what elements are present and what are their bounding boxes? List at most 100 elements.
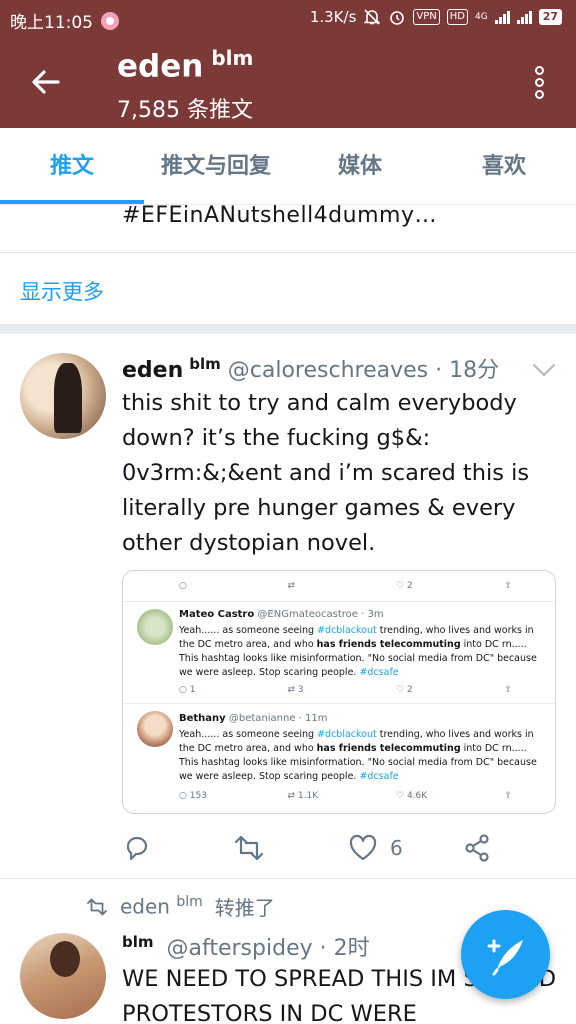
media-divider bbox=[123, 601, 555, 602]
media-count: 4.6K bbox=[406, 791, 428, 801]
tab-tweets-replies[interactable]: 推文与回复 bbox=[144, 128, 288, 204]
tweet-media-image[interactable]: ○ ⇄ ♡ 2 ⇧ Mateo Castro @ENGmateocastroe … bbox=[122, 570, 556, 814]
media-retweet-count: ⇄ 1.1K bbox=[287, 791, 319, 801]
status-time: 晚上11:05 bbox=[10, 13, 93, 33]
media-share-icon: ⇧ bbox=[504, 791, 513, 801]
media-reply2-name: Bethany bbox=[179, 713, 226, 724]
tweet-count: 7,585 条推文 bbox=[117, 98, 253, 123]
tweet-handle[interactable]: @afterspidey bbox=[167, 936, 313, 961]
divider bbox=[0, 878, 576, 879]
media-count: 153 bbox=[189, 791, 207, 801]
tweet-separator: · bbox=[435, 358, 443, 383]
media-reply2-time: · 11m bbox=[298, 713, 328, 724]
media-avatar bbox=[137, 711, 173, 747]
retweet-icon bbox=[234, 835, 264, 861]
media-top-actions: ○ ⇄ ♡ 2 ⇧ bbox=[123, 581, 555, 591]
retweet-context: eden blm 转推了 bbox=[86, 892, 275, 921]
media-reply-icon: ○ bbox=[179, 581, 187, 591]
compose-icon bbox=[487, 939, 523, 976]
tweet-header: blm @afterspidey · 2时 bbox=[122, 930, 370, 962]
media-like-count: ♡ 2 bbox=[396, 685, 413, 695]
tweet-time: 2时 bbox=[333, 936, 370, 961]
media-reply-count: ○ 1 bbox=[179, 685, 196, 695]
more-vertical-icon bbox=[532, 66, 546, 99]
media-count: 2 bbox=[406, 685, 413, 695]
reply-icon bbox=[126, 836, 148, 861]
mute-bell-icon bbox=[363, 9, 381, 25]
media-reply1-handle: @ENGmateocastroe bbox=[257, 609, 358, 620]
media-bold-text: has friends telecommuting bbox=[316, 743, 461, 754]
retweet-button[interactable] bbox=[232, 828, 266, 868]
media-hashtag: #dcsafe bbox=[359, 771, 399, 782]
media-hashtag: #dcsafe bbox=[359, 667, 399, 678]
tweet-author-prefix: blm bbox=[122, 932, 154, 951]
share-button[interactable] bbox=[462, 828, 492, 868]
share-icon bbox=[465, 834, 489, 862]
media-reply2-handle: @betanianne bbox=[228, 713, 296, 724]
tweet-author-name[interactable]: eden blm bbox=[122, 354, 221, 383]
status-bar: 晚上11:05 1.3K/s VPN HD 4G 27 bbox=[0, 0, 576, 38]
media-count: 3 bbox=[297, 685, 304, 695]
previous-tweet-text: #EFEinANutshell4dummy… bbox=[122, 203, 437, 228]
chevron-down-icon[interactable] bbox=[532, 353, 556, 377]
status-left: 晚上11:05 bbox=[10, 8, 119, 33]
tweet-actions: 6 bbox=[122, 828, 502, 868]
tweet-header: eden blm @caloreschreaves · 18分 bbox=[122, 352, 499, 384]
author-name-text: eden bbox=[122, 358, 184, 383]
tweet-handle: @caloreschreaves bbox=[227, 358, 429, 383]
media-text: Yeah...... as someone seeing bbox=[179, 625, 318, 636]
media-reply1-name: Mateo Castro bbox=[179, 609, 255, 620]
media-reply1-text: Yeah...... as someone seeing #dcblackout… bbox=[179, 624, 547, 680]
profile-tabs: 推文 推文与回复 媒体 喜欢 bbox=[0, 128, 576, 205]
media-share-icon: ⇧ bbox=[504, 581, 513, 591]
like-icon bbox=[349, 834, 377, 861]
compose-tweet-button[interactable] bbox=[461, 910, 550, 999]
media-reply2-actions: ○ 153 ⇄ 1.1K ♡ 4.6K ⇧ bbox=[123, 791, 555, 801]
profile-header: eden blm 7,585 条推文 bbox=[0, 38, 576, 128]
battery-icon: 27 bbox=[538, 9, 562, 25]
media-reply1-actions: ○ 1 ⇄ 3 ♡ 2 ⇧ bbox=[123, 685, 555, 695]
media-text: Yeah...... as someone seeing bbox=[179, 729, 318, 740]
back-arrow-icon bbox=[32, 70, 60, 94]
profile-name: eden blm bbox=[117, 46, 253, 84]
section-gap bbox=[0, 324, 576, 334]
like-button[interactable]: 6 bbox=[348, 828, 403, 868]
status-right: 1.3K/s VPN HD 4G 27 bbox=[310, 8, 562, 26]
retweeter-name: eden bbox=[120, 894, 170, 919]
signal-icon-2 bbox=[516, 10, 532, 24]
media-count: 1.1K bbox=[297, 791, 319, 801]
author-name-suffix: blm bbox=[189, 354, 221, 373]
hd-badge: HD bbox=[446, 9, 468, 25]
show-more-link[interactable]: 显示更多 bbox=[20, 276, 104, 306]
profile-name-text: eden bbox=[117, 48, 204, 85]
retweet-action-label: 转推了 bbox=[214, 896, 275, 920]
retweeter-suffix: blm bbox=[176, 894, 203, 911]
network-type: 4G bbox=[474, 11, 488, 22]
media-reply1-header: Mateo Castro @ENGmateocastroe · 3m bbox=[179, 609, 384, 620]
media-like-count: ♡ 4.6K bbox=[396, 791, 428, 801]
avatar[interactable] bbox=[20, 353, 106, 439]
tab-media[interactable]: 媒体 bbox=[288, 128, 432, 204]
media-retweet-icon: ⇄ bbox=[287, 581, 296, 591]
media-like-count-value: 2 bbox=[406, 581, 413, 591]
more-options-button[interactable] bbox=[532, 66, 546, 102]
tweet-separator: · bbox=[319, 936, 327, 961]
retweet-small-icon bbox=[87, 898, 107, 915]
media-retweet-count: ⇄ 3 bbox=[287, 685, 304, 695]
back-button[interactable] bbox=[28, 64, 64, 100]
alarm-icon bbox=[390, 11, 405, 25]
media-reply2-header: Bethany @betanianne · 11m bbox=[179, 713, 328, 724]
like-count: 6 bbox=[390, 836, 403, 860]
tab-tweets[interactable]: 推文 bbox=[0, 128, 144, 204]
tab-likes[interactable]: 喜欢 bbox=[432, 128, 576, 204]
vpn-badge: VPN bbox=[413, 9, 440, 25]
reply-button[interactable] bbox=[122, 828, 152, 868]
media-count: 1 bbox=[189, 685, 196, 695]
media-divider bbox=[123, 703, 555, 704]
media-reply1-time: · 3m bbox=[361, 609, 384, 620]
tweet-time: 18分 bbox=[449, 358, 500, 383]
media-bold-text: has friends telecommuting bbox=[316, 639, 461, 650]
retweeter[interactable]: eden blm bbox=[120, 894, 203, 919]
avatar[interactable] bbox=[20, 933, 106, 1019]
media-share-icon: ⇧ bbox=[504, 685, 513, 695]
